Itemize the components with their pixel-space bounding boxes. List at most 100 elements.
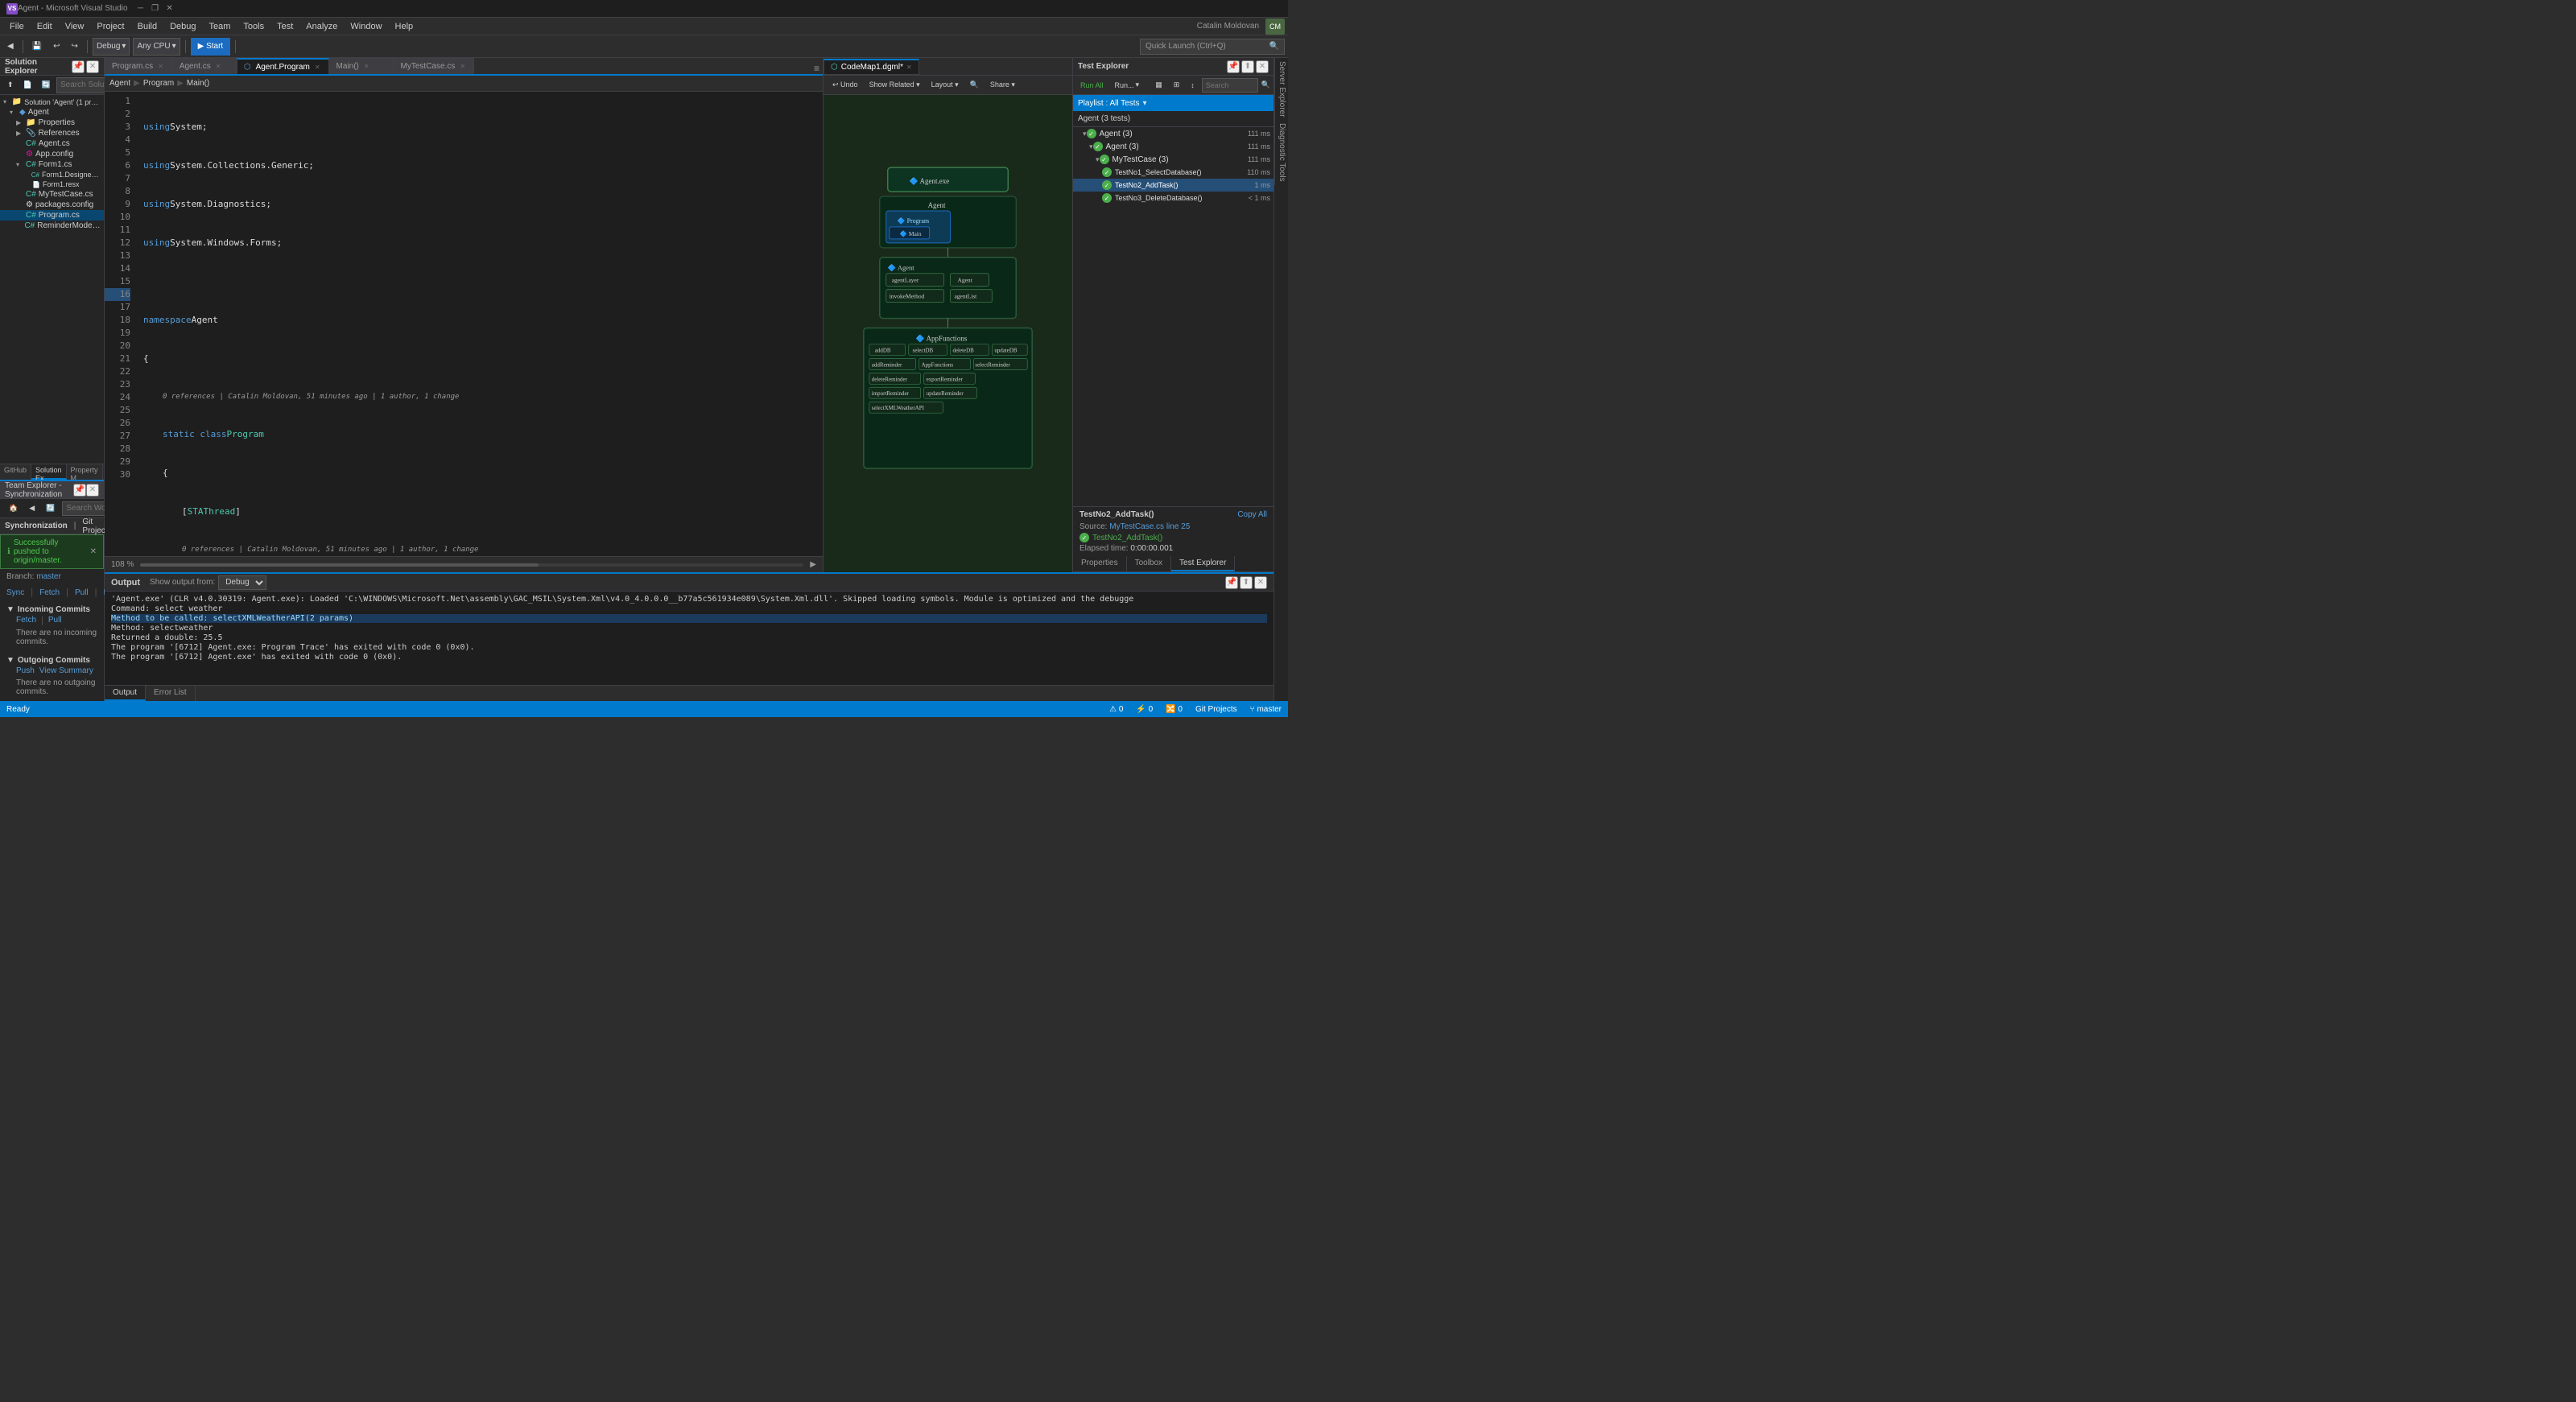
menu-view[interactable]: View xyxy=(59,18,91,35)
run-dropdown-button[interactable]: Run... ▾ xyxy=(1111,76,1144,94)
show-all-files-button[interactable]: 📄 xyxy=(19,76,36,94)
team-back-button[interactable]: ◀ xyxy=(25,500,39,518)
menu-tools[interactable]: Tools xyxy=(237,18,270,35)
scroll-right-button[interactable]: ▶ xyxy=(810,560,816,569)
breadcrumb-program[interactable]: Program xyxy=(143,79,174,88)
menu-analyze[interactable]: Analyze xyxy=(299,18,344,35)
code-content[interactable]: using System; using System.Collections.G… xyxy=(137,92,823,556)
menu-help[interactable]: Help xyxy=(389,18,420,35)
tree-item-properties[interactable]: ▶ 📁 Properties xyxy=(0,118,104,128)
panel-pin-button[interactable]: 📌 xyxy=(72,60,85,73)
pull-link[interactable]: Pull xyxy=(75,588,89,597)
tree-item-form1-designer[interactable]: ▶ C# Form1.Designer.cs xyxy=(0,170,104,179)
team-home-button[interactable]: 🏠 xyxy=(5,500,22,518)
code-map-content[interactable]: 🔷 Agent.exe Agent 🔷 Program 🔷 Main xyxy=(824,95,1072,572)
close-button[interactable]: ✕ xyxy=(163,2,176,15)
diagnostic-tools-label[interactable]: Diagnostic Tools xyxy=(1274,120,1288,185)
outgoing-header[interactable]: ▼ Outgoing Commits xyxy=(6,653,97,666)
outgoing-push-link[interactable]: Push xyxy=(16,666,35,675)
test-search-input[interactable] xyxy=(1202,78,1258,93)
toolbar-back[interactable]: ◀ xyxy=(3,38,18,56)
undo-btn[interactable]: ↩ Undo xyxy=(828,76,862,94)
toolbar-redo[interactable]: ↪ xyxy=(68,38,82,56)
team-refresh-button[interactable]: 🔄 xyxy=(42,500,59,518)
menu-team[interactable]: Team xyxy=(203,18,237,35)
test-item-testno2[interactable]: ✓ TestNo2_AddTask() 1 ms xyxy=(1073,179,1274,192)
output-float[interactable]: ⬆ xyxy=(1240,576,1253,589)
tree-item-agent[interactable]: ▾ ◆ Agent xyxy=(0,107,104,118)
test-explorer-close[interactable]: ✕ xyxy=(1256,60,1269,73)
tree-item-agent-cs[interactable]: ▶ C# Agent.cs xyxy=(0,138,104,149)
outgoing-view-link[interactable]: View Summary xyxy=(39,666,93,675)
filter-button[interactable]: ▦ xyxy=(1151,76,1166,94)
group-button[interactable]: ⊞ xyxy=(1170,76,1184,94)
tree-item-form1-resx[interactable]: ▶ 📄 Form1.resx xyxy=(0,179,104,189)
incoming-fetch-link[interactable]: Fetch xyxy=(16,616,36,625)
output-tab[interactable]: Output xyxy=(105,686,146,701)
tree-item-program-cs[interactable]: ▶ C# Program.cs xyxy=(0,210,104,221)
show-related-btn[interactable]: Show Related ▾ xyxy=(865,76,924,94)
breadcrumb-agent[interactable]: Agent xyxy=(109,79,130,88)
tab-program-cs[interactable]: Program.cs ✕ xyxy=(105,58,172,74)
output-close[interactable]: ✕ xyxy=(1254,576,1267,589)
properties-tab[interactable]: Properties xyxy=(1073,556,1127,571)
restore-button[interactable]: ❐ xyxy=(149,2,162,15)
minimize-button[interactable]: ─ xyxy=(134,2,147,15)
tab-close-icon[interactable]: ✕ xyxy=(313,64,322,71)
tab-close-icon[interactable]: ✕ xyxy=(214,63,223,70)
menu-debug[interactable]: Debug xyxy=(163,18,202,35)
test-item-testno3[interactable]: ✓ TestNo3_DeleteDatabase() < 1 ms xyxy=(1073,192,1274,204)
output-pin[interactable]: 📌 xyxy=(1225,576,1238,589)
breadcrumb-main[interactable]: Main() xyxy=(187,79,209,88)
zoom-level[interactable]: 108 % xyxy=(111,560,134,569)
sort-button[interactable]: ↕ xyxy=(1187,76,1199,94)
tree-item-solution[interactable]: ▾ 📁 Solution 'Agent' (1 project) xyxy=(0,97,104,107)
tab-close-icon[interactable]: ✕ xyxy=(362,63,371,70)
tree-item-app-config[interactable]: ▶ ⚙ App.config xyxy=(0,149,104,159)
tab-solution-ex[interactable]: Solution Ex... xyxy=(31,464,67,480)
sync-link[interactable]: Sync xyxy=(6,588,24,597)
quick-launch[interactable]: Quick Launch (Ctrl+Q) 🔍 xyxy=(1140,39,1285,55)
tree-item-packages[interactable]: ▶ ⚙ packages.config xyxy=(0,200,104,210)
tab-close-icon[interactable]: ✕ xyxy=(458,63,467,70)
test-item-mytestcase[interactable]: ▾ ✓ MyTestCase (3) 111 ms xyxy=(1073,153,1274,166)
fetch-link[interactable]: Fetch xyxy=(39,588,60,597)
tree-item-mytestcase[interactable]: ▶ C# MyTestCase.cs xyxy=(0,189,104,200)
toolbar-undo[interactable]: ↩ xyxy=(49,38,64,56)
test-item-agent-root[interactable]: ▾ ✓ Agent (3) 111 ms xyxy=(1073,127,1274,140)
source-value[interactable]: MyTestCase.cs line 25 xyxy=(1109,522,1190,531)
panel-close-button[interactable]: ✕ xyxy=(86,60,99,73)
codemap-tab-active[interactable]: ⬡ CodeMap1.dgml* ✕ xyxy=(824,59,919,75)
tree-item-references[interactable]: ▶ 📎 References xyxy=(0,128,104,138)
code-editor[interactable]: 1 2 3 4 5 6 7 8 9 10 11 12 13 14 xyxy=(105,92,823,556)
tab-agent-program[interactable]: ⬡ Agent.Program ✕ xyxy=(237,58,329,74)
scroll-tabs-right[interactable]: ≡ xyxy=(811,63,823,74)
toolbox-tab[interactable]: Toolbox xyxy=(1127,556,1171,571)
menu-file[interactable]: File xyxy=(3,18,31,35)
tab-close-icon[interactable]: ✕ xyxy=(156,63,165,70)
tree-item-form1[interactable]: ▾ C# Form1.cs xyxy=(0,159,104,170)
menu-edit[interactable]: Edit xyxy=(31,18,59,35)
tab-github[interactable]: GitHub xyxy=(0,464,31,480)
copy-all-link[interactable]: Copy All xyxy=(1237,510,1267,519)
toolbar-save[interactable]: 💾 xyxy=(28,38,46,56)
test-item-agent-1[interactable]: ▾ ✓ Agent (3) 111 ms xyxy=(1073,140,1274,153)
zoom-btn[interactable]: 🔍 xyxy=(966,76,983,94)
horizontal-scrollbar[interactable] xyxy=(140,563,803,567)
share-btn[interactable]: Share ▾ xyxy=(986,76,1019,94)
config-dropdown[interactable]: Debug ▾ xyxy=(93,38,130,56)
playlist-dropdown[interactable]: ▾ xyxy=(1143,99,1147,108)
tree-item-reminder-model[interactable]: ▶ C# ReminderModel.cs xyxy=(0,221,104,231)
team-pin-button[interactable]: 📌 xyxy=(73,484,86,497)
server-explorer-label[interactable]: Server Explorer xyxy=(1274,58,1288,120)
run-all-button[interactable]: Run All xyxy=(1076,76,1108,94)
test-search-button[interactable]: 🔍 xyxy=(1261,80,1270,89)
tab-class-view[interactable]: Class View xyxy=(103,464,104,480)
menu-build[interactable]: Build xyxy=(131,18,163,35)
start-button[interactable]: ▶ Start xyxy=(191,38,231,56)
tab-property-m[interactable]: Property M... xyxy=(67,464,103,480)
test-explorer-tab[interactable]: Test Explorer xyxy=(1171,556,1235,571)
team-close-button[interactable]: ✕ xyxy=(86,484,99,497)
platform-dropdown[interactable]: Any CPU ▾ xyxy=(133,38,180,56)
codemap-tab-close[interactable]: ✕ xyxy=(906,64,912,71)
